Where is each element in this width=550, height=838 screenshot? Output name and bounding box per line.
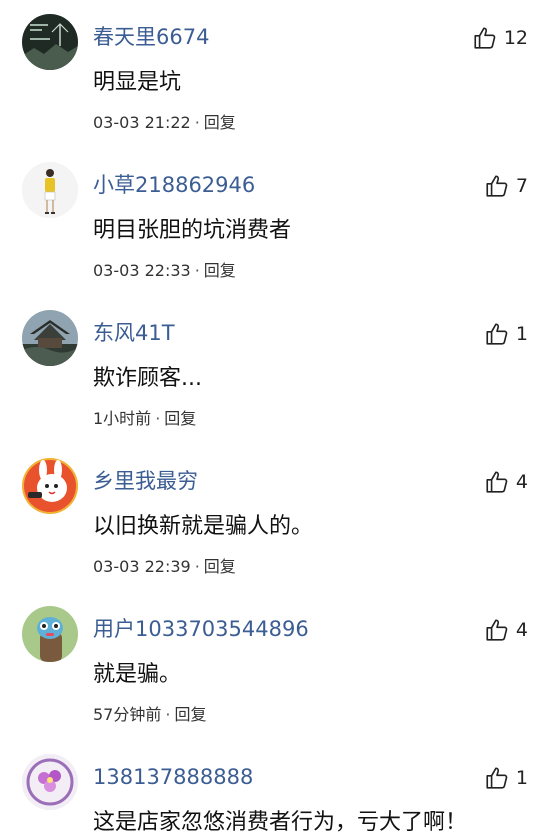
username[interactable]: 春天里6674 — [93, 24, 209, 50]
comment-item: 乡里我最穷 以旧换新就是骗人的。 03-03 22:39 · 回复 4 — [0, 458, 550, 606]
reply-button[interactable]: 回复 — [204, 113, 236, 132]
cartoon-creature-avatar — [22, 606, 78, 662]
like-button[interactable]: 12 — [472, 22, 528, 54]
comment-item: 小草218862946 明目张胆的坑消费者 03-03 22:33 · 回复 7 — [0, 162, 550, 310]
timestamp: 03-03 22:33 — [93, 261, 191, 280]
comment-meta: 03-03 22:33 · 回复 — [93, 260, 236, 282]
separator: · — [165, 705, 171, 724]
like-button[interactable]: 4 — [484, 614, 528, 646]
like-count: 4 — [515, 471, 528, 493]
tree-landscape-avatar — [22, 14, 78, 70]
thumbs-up-icon — [486, 323, 508, 345]
avatar[interactable] — [22, 458, 78, 514]
thumbs-up-icon — [486, 175, 508, 197]
reply-button[interactable]: 回复 — [164, 409, 196, 428]
username[interactable]: 乡里我最穷 — [93, 468, 198, 494]
comment-meta: 03-03 22:39 · 回复 — [93, 556, 236, 578]
comment-text: 以旧换新就是骗人的。 — [93, 514, 314, 539]
username[interactable]: 138137888888 — [93, 764, 253, 790]
thumbs-up-icon — [486, 471, 508, 493]
reply-button[interactable]: 回复 — [204, 261, 236, 280]
separator: · — [194, 261, 200, 280]
comment-text: 就是骗。 — [93, 662, 182, 687]
reply-button[interactable]: 回复 — [204, 557, 236, 576]
comment-text: 明显是坑 — [93, 70, 182, 95]
username[interactable]: 用户1033703544896 — [93, 616, 309, 642]
avatar[interactable] — [22, 162, 78, 218]
comment-list: 春天里6674 明显是坑 03-03 21:22 · 回复 12 小草21886… — [0, 0, 550, 838]
comment-item: 春天里6674 明显是坑 03-03 21:22 · 回复 12 — [0, 14, 550, 162]
avatar[interactable] — [22, 310, 78, 366]
timestamp: 1小时前 — [93, 409, 152, 428]
avatar[interactable] — [22, 14, 78, 70]
thumbs-up-icon — [474, 27, 496, 49]
like-button[interactable]: 4 — [484, 466, 528, 498]
like-button[interactable]: 1 — [484, 762, 528, 794]
timestamp: 03-03 22:39 — [93, 557, 191, 576]
thumbs-up-icon — [486, 767, 508, 789]
girl-figure-avatar — [22, 162, 78, 218]
comment-item: 138137888888 这是店家忽悠消费者行为，亏大了啊！ 1 — [0, 754, 550, 838]
timestamp: 03-03 21:22 — [93, 113, 191, 132]
like-count: 7 — [515, 175, 528, 197]
like-count: 1 — [515, 323, 528, 345]
avatar[interactable] — [22, 754, 78, 810]
cartoon-rabbit-avatar — [22, 458, 78, 514]
separator: · — [194, 557, 200, 576]
comment-text: 明目张胆的坑消费者 — [93, 218, 292, 243]
like-count: 1 — [515, 767, 528, 789]
timestamp: 57分钟前 — [93, 705, 162, 724]
username[interactable]: 小草218862946 — [93, 172, 255, 198]
like-button[interactable]: 7 — [484, 170, 528, 202]
username[interactable]: 东风41T — [93, 320, 175, 346]
comment-item: 用户1033703544896 就是骗。 57分钟前 · 回复 4 — [0, 606, 550, 754]
comment-meta: 57分钟前 · 回复 — [93, 704, 206, 726]
separator: · — [155, 409, 161, 428]
comment-meta: 1小时前 · 回复 — [93, 408, 196, 430]
purple-flower-avatar — [22, 754, 78, 810]
avatar[interactable] — [22, 606, 78, 662]
comment-text: 这是店家忽悠消费者行为，亏大了啊！ — [93, 810, 468, 835]
separator: · — [194, 113, 200, 132]
like-count: 12 — [503, 27, 528, 49]
comment-item: 东风41T 欺诈顾客... 1小时前 · 回复 1 — [0, 310, 550, 458]
reply-button[interactable]: 回复 — [174, 705, 206, 724]
like-count: 4 — [515, 619, 528, 641]
like-button[interactable]: 1 — [484, 318, 528, 350]
comment-text: 欺诈顾客... — [93, 366, 202, 391]
pagoda-avatar — [22, 310, 78, 366]
comment-meta: 03-03 21:22 · 回复 — [93, 112, 236, 134]
thumbs-up-icon — [486, 619, 508, 641]
